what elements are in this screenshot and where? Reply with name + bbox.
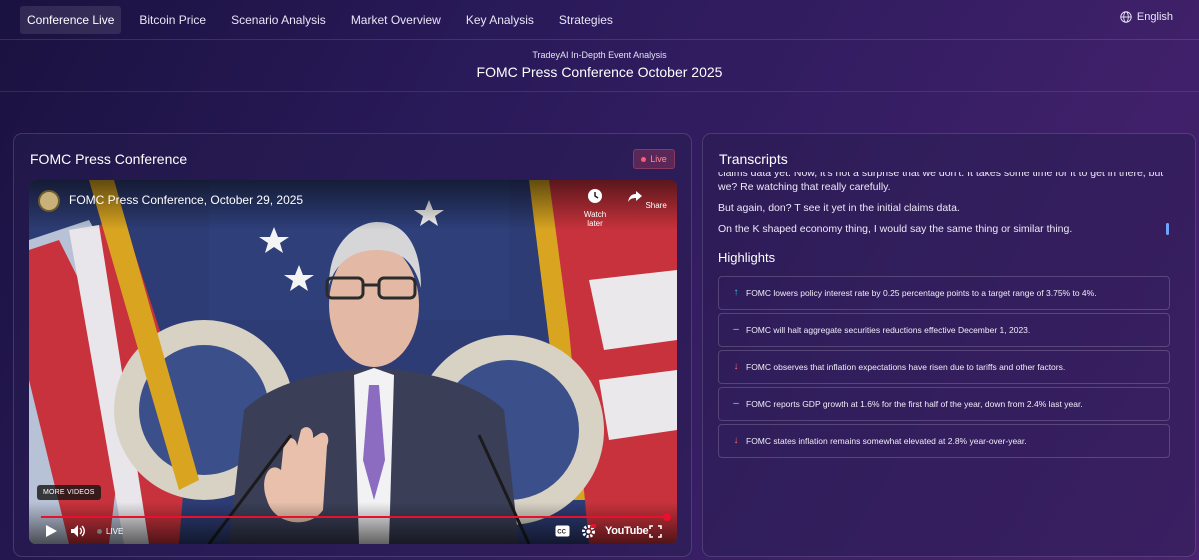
highlight-item[interactable]: – FOMC reports GDP growth at 1.6% for th… [718, 387, 1170, 421]
live-dot-icon [641, 156, 647, 162]
live-badge-label: Live [650, 154, 667, 164]
fullscreen-icon [649, 524, 662, 538]
transcript-line: we? Re watching that really carefully. [718, 181, 891, 193]
clock-icon [588, 189, 602, 203]
settings-button[interactable] [581, 523, 596, 539]
language-selector[interactable]: English [1120, 11, 1173, 23]
video-bottom-overlay [29, 502, 677, 544]
live-dot-icon [97, 528, 102, 534]
language-label: English [1136, 11, 1173, 23]
globe-icon [1120, 11, 1132, 23]
volume-button[interactable] [70, 523, 86, 539]
nav-bitcoin-price[interactable]: Bitcoin Price [132, 6, 213, 34]
share-icon [628, 191, 643, 202]
more-videos-button[interactable]: MORE VIDEOS [37, 485, 101, 500]
highlight-text: FOMC observes that inflation expectation… [746, 362, 1066, 372]
progress-knob[interactable] [663, 513, 671, 521]
watch-later-button[interactable]: Watch later [575, 188, 615, 228]
highlight-text: FOMC states inflation remains somewhat e… [746, 436, 1027, 446]
highlight-item[interactable]: ↓ FOMC observes that inflation expectati… [718, 350, 1170, 384]
arrow-down-icon: ↓ [733, 361, 739, 372]
watch-later-label: Watch later [583, 210, 607, 228]
dash-icon: – [733, 324, 739, 335]
captions-button[interactable]: CC [555, 523, 570, 539]
page-title: FOMC Press Conference October 2025 [476, 64, 723, 80]
captions-icon: CC [555, 525, 570, 537]
video-panel: FOMC Press Conference Live FOMC Press Co… [13, 133, 692, 557]
highlight-item[interactable]: – FOMC will halt aggregate securities re… [718, 313, 1170, 347]
fullscreen-button[interactable] [649, 523, 662, 539]
progress-bar[interactable] [41, 516, 667, 518]
page-subtitle: TradeyAI In-Depth Event Analysis [532, 50, 667, 60]
highlight-item[interactable]: ↓ FOMC states inflation remains somewhat… [718, 424, 1170, 458]
page-header: TradeyAI In-Depth Event Analysis FOMC Pr… [0, 41, 1199, 92]
dash-icon: – [733, 398, 739, 409]
arrow-up-icon: ↑ [733, 287, 739, 298]
video-panel-title: FOMC Press Conference [30, 151, 188, 167]
transcript-line: claims data yet. Now, it's not a surpris… [718, 172, 1164, 179]
transcripts-title: Transcripts [719, 151, 788, 167]
scroll-indicator[interactable] [1166, 223, 1169, 235]
transcript-line: On the K shaped economy thing, I would s… [718, 223, 1073, 235]
share-label: Share [645, 201, 667, 210]
highlight-text: FOMC reports GDP growth at 1.6% for the … [746, 399, 1083, 409]
highlight-text: FOMC lowers policy interest rate by 0.25… [746, 288, 1097, 298]
video-player[interactable]: FOMC Press Conference, October 29, 2025 … [29, 180, 677, 544]
top-nav: Conference Live Bitcoin Price Scenario A… [0, 0, 1199, 40]
highlight-item[interactable]: ↑ FOMC lowers policy interest rate by 0.… [718, 276, 1170, 310]
share-button[interactable]: Share [627, 188, 667, 210]
live-indicator[interactable]: LIVE [97, 523, 123, 539]
play-button[interactable] [44, 523, 58, 539]
arrow-down-icon: ↓ [733, 435, 739, 446]
transcript-panel: Transcripts claims data yet. Now, it's n… [702, 133, 1196, 557]
highlights-list: ↑ FOMC lowers policy interest rate by 0.… [718, 276, 1170, 461]
live-badge: Live [633, 149, 675, 169]
nav-strategies[interactable]: Strategies [552, 6, 620, 34]
nav-scenario-analysis[interactable]: Scenario Analysis [224, 6, 333, 34]
svg-text:CC: CC [557, 530, 566, 536]
live-label: LIVE [106, 526, 124, 536]
transcript-list[interactable]: claims data yet. Now, it's not a surpris… [718, 172, 1178, 242]
youtube-logo[interactable]: YouTube [605, 523, 649, 539]
nav-market-overview[interactable]: Market Overview [344, 6, 448, 34]
nav-conference-live[interactable]: Conference Live [20, 5, 122, 34]
transcript-line: But again, don? T see it yet in the init… [718, 202, 960, 214]
nav-key-analysis[interactable]: Key Analysis [459, 6, 541, 34]
play-icon [46, 525, 57, 537]
video-frame [29, 180, 677, 544]
gear-icon [582, 523, 596, 538]
highlights-title: Highlights [718, 250, 776, 265]
volume-icon [71, 525, 85, 537]
highlight-text: FOMC will halt aggregate securities redu… [746, 325, 1031, 335]
channel-logo[interactable] [38, 190, 60, 212]
video-title[interactable]: FOMC Press Conference, October 29, 2025 [69, 193, 303, 207]
